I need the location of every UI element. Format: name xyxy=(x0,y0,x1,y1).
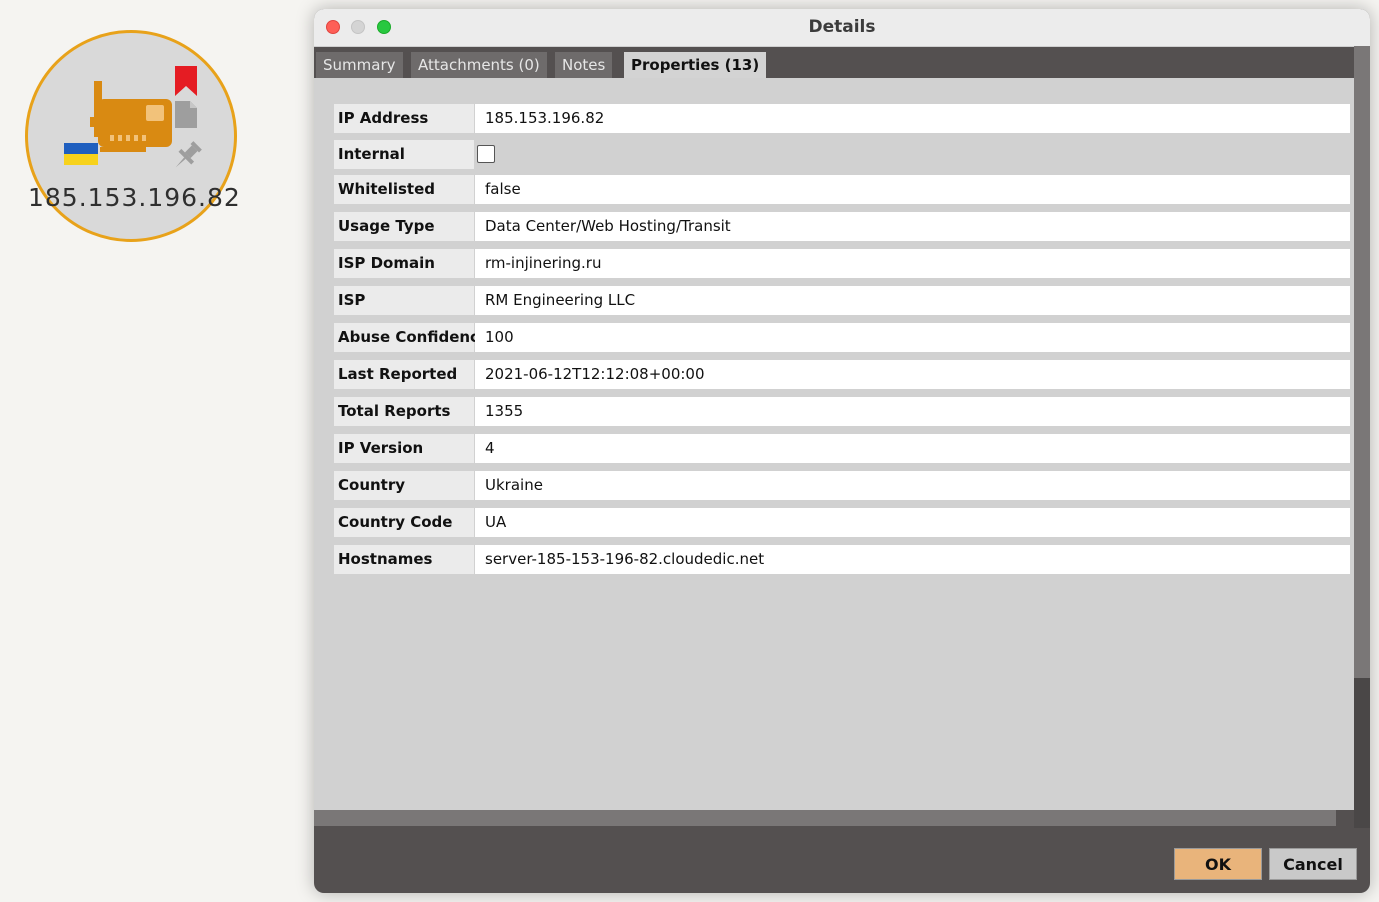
property-value[interactable]: 4 xyxy=(475,434,1350,463)
property-row: IP Version 4 xyxy=(334,434,1350,463)
property-label: Total Reports xyxy=(334,397,474,426)
property-value[interactable]: UA xyxy=(475,508,1350,537)
document-icon xyxy=(175,101,197,128)
property-row: IP Address 185.153.196.82 xyxy=(334,104,1350,133)
property-label: Country Code xyxy=(334,508,474,537)
property-label: Country xyxy=(334,471,474,500)
property-label: Hostnames xyxy=(334,545,474,574)
network-card-icon xyxy=(90,81,172,152)
property-value xyxy=(475,140,1350,169)
property-row: ISP Domain rm-injinering.ru xyxy=(334,249,1350,278)
property-value[interactable]: server-185-153-196-82.cloudedic.net xyxy=(475,545,1350,574)
property-label: ISP Domain xyxy=(334,249,474,278)
pin-icon xyxy=(175,141,202,168)
property-row: Country Ukraine xyxy=(334,471,1350,500)
property-label: Whitelisted xyxy=(334,175,474,204)
dialog-title: Details xyxy=(808,17,876,37)
tab-properties[interactable]: Properties (13) xyxy=(624,52,767,78)
property-label: Internal xyxy=(334,140,474,169)
property-label: IP Address xyxy=(334,104,474,133)
property-row: Country Code UA xyxy=(334,508,1350,537)
property-row: ISP RM Engineering LLC xyxy=(334,286,1350,315)
property-value[interactable]: RM Engineering LLC xyxy=(475,286,1350,315)
property-value[interactable]: Data Center/Web Hosting/Transit xyxy=(475,212,1350,241)
horizontal-scrollbar[interactable] xyxy=(314,810,1336,826)
property-value[interactable]: Ukraine xyxy=(475,471,1350,500)
properties-panel: IP Address 185.153.196.82 Internal White… xyxy=(314,78,1354,810)
property-row: Internal xyxy=(334,140,1350,169)
property-row: Abuse Confidence 100 xyxy=(334,323,1350,352)
cancel-button[interactable]: Cancel xyxy=(1269,848,1357,880)
node-label: 185.153.196.82 xyxy=(28,183,241,212)
internal-checkbox[interactable] xyxy=(477,145,495,163)
ok-button[interactable]: OK xyxy=(1174,848,1262,880)
property-label: Usage Type xyxy=(334,212,474,241)
details-dialog: Details Summary Attachments (0) Notes Pr… xyxy=(314,9,1370,893)
property-label: ISP xyxy=(334,286,474,315)
ukraine-flag-icon xyxy=(64,143,98,165)
tab-summary[interactable]: Summary xyxy=(316,52,403,78)
vertical-scrollbar[interactable] xyxy=(1354,46,1370,678)
property-value[interactable]: false xyxy=(475,175,1350,204)
property-value[interactable]: rm-injinering.ru xyxy=(475,249,1350,278)
bookmark-icon xyxy=(175,66,197,96)
property-label: Last Reported xyxy=(334,360,474,389)
property-row: Last Reported 2021-06-12T12:12:08+00:00 xyxy=(334,360,1350,389)
tab-attachments[interactable]: Attachments (0) xyxy=(411,52,547,78)
property-row: Hostnames server-185-153-196-82.cloudedi… xyxy=(334,545,1350,574)
ip-address-node[interactable]: 185.153.196.82 xyxy=(25,30,241,242)
property-row: Total Reports 1355 xyxy=(334,397,1350,426)
property-value[interactable]: 100 xyxy=(475,323,1350,352)
property-value[interactable]: 2021-06-12T12:12:08+00:00 xyxy=(475,360,1350,389)
tab-notes[interactable]: Notes xyxy=(555,52,613,78)
property-value[interactable]: 1355 xyxy=(475,397,1350,426)
property-value[interactable]: 185.153.196.82 xyxy=(475,104,1350,133)
property-label: IP Version xyxy=(334,434,474,463)
vertical-scrollbar-track[interactable] xyxy=(1354,678,1370,828)
property-row: Whitelisted false xyxy=(334,175,1350,204)
property-label: Abuse Confidence xyxy=(334,323,489,352)
title-bar: Details xyxy=(314,9,1370,47)
property-row: Usage Type Data Center/Web Hosting/Trans… xyxy=(334,212,1350,241)
